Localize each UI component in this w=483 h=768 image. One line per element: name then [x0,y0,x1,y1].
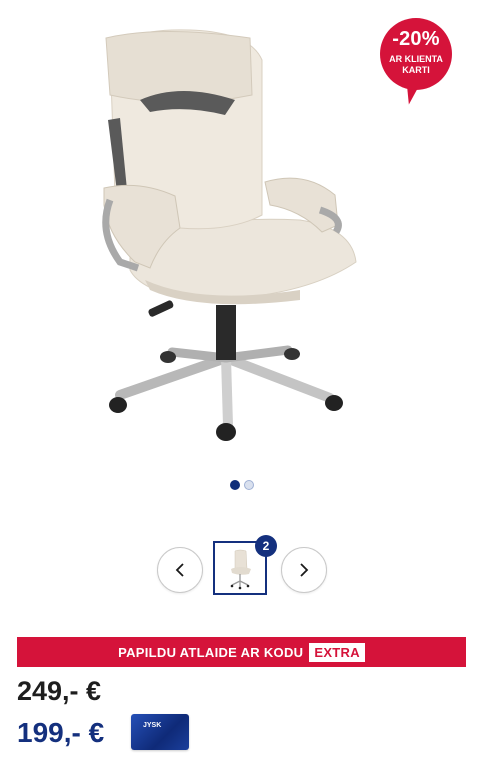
carousel-dot-2[interactable] [243,480,254,490]
discount-subtitle: AR KLIENTA KARTI [380,54,452,76]
discount-percent: -20% [392,28,440,50]
discount-badge: -20% AR KLIENTA KARTI [380,18,452,90]
thumbnail-count-badge: 2 [255,535,277,557]
member-price: 199,- € [17,717,105,748]
carousel-dot-1[interactable] [229,480,240,490]
discount-subtitle-line1: AR KLIENTA [389,54,443,64]
promo-code: EXTRA [309,642,365,662]
member-card-logo: JYSK [143,722,162,729]
promo-code-banner: PAPILDU ATLAIDE AR KODU EXTRA [17,637,466,667]
carousel-indicator [0,480,483,490]
chevron-left-icon [175,563,184,577]
regular-price: 249,- € [17,676,102,706]
chevron-right-icon [300,563,309,577]
next-image-button[interactable] [281,547,327,593]
previous-image-button[interactable] [157,547,203,593]
discount-subtitle-line2: KARTI [402,65,430,75]
member-card-image: JYSK [131,714,189,750]
promo-text: PAPILDU ATLAIDE AR KODU [118,644,304,660]
